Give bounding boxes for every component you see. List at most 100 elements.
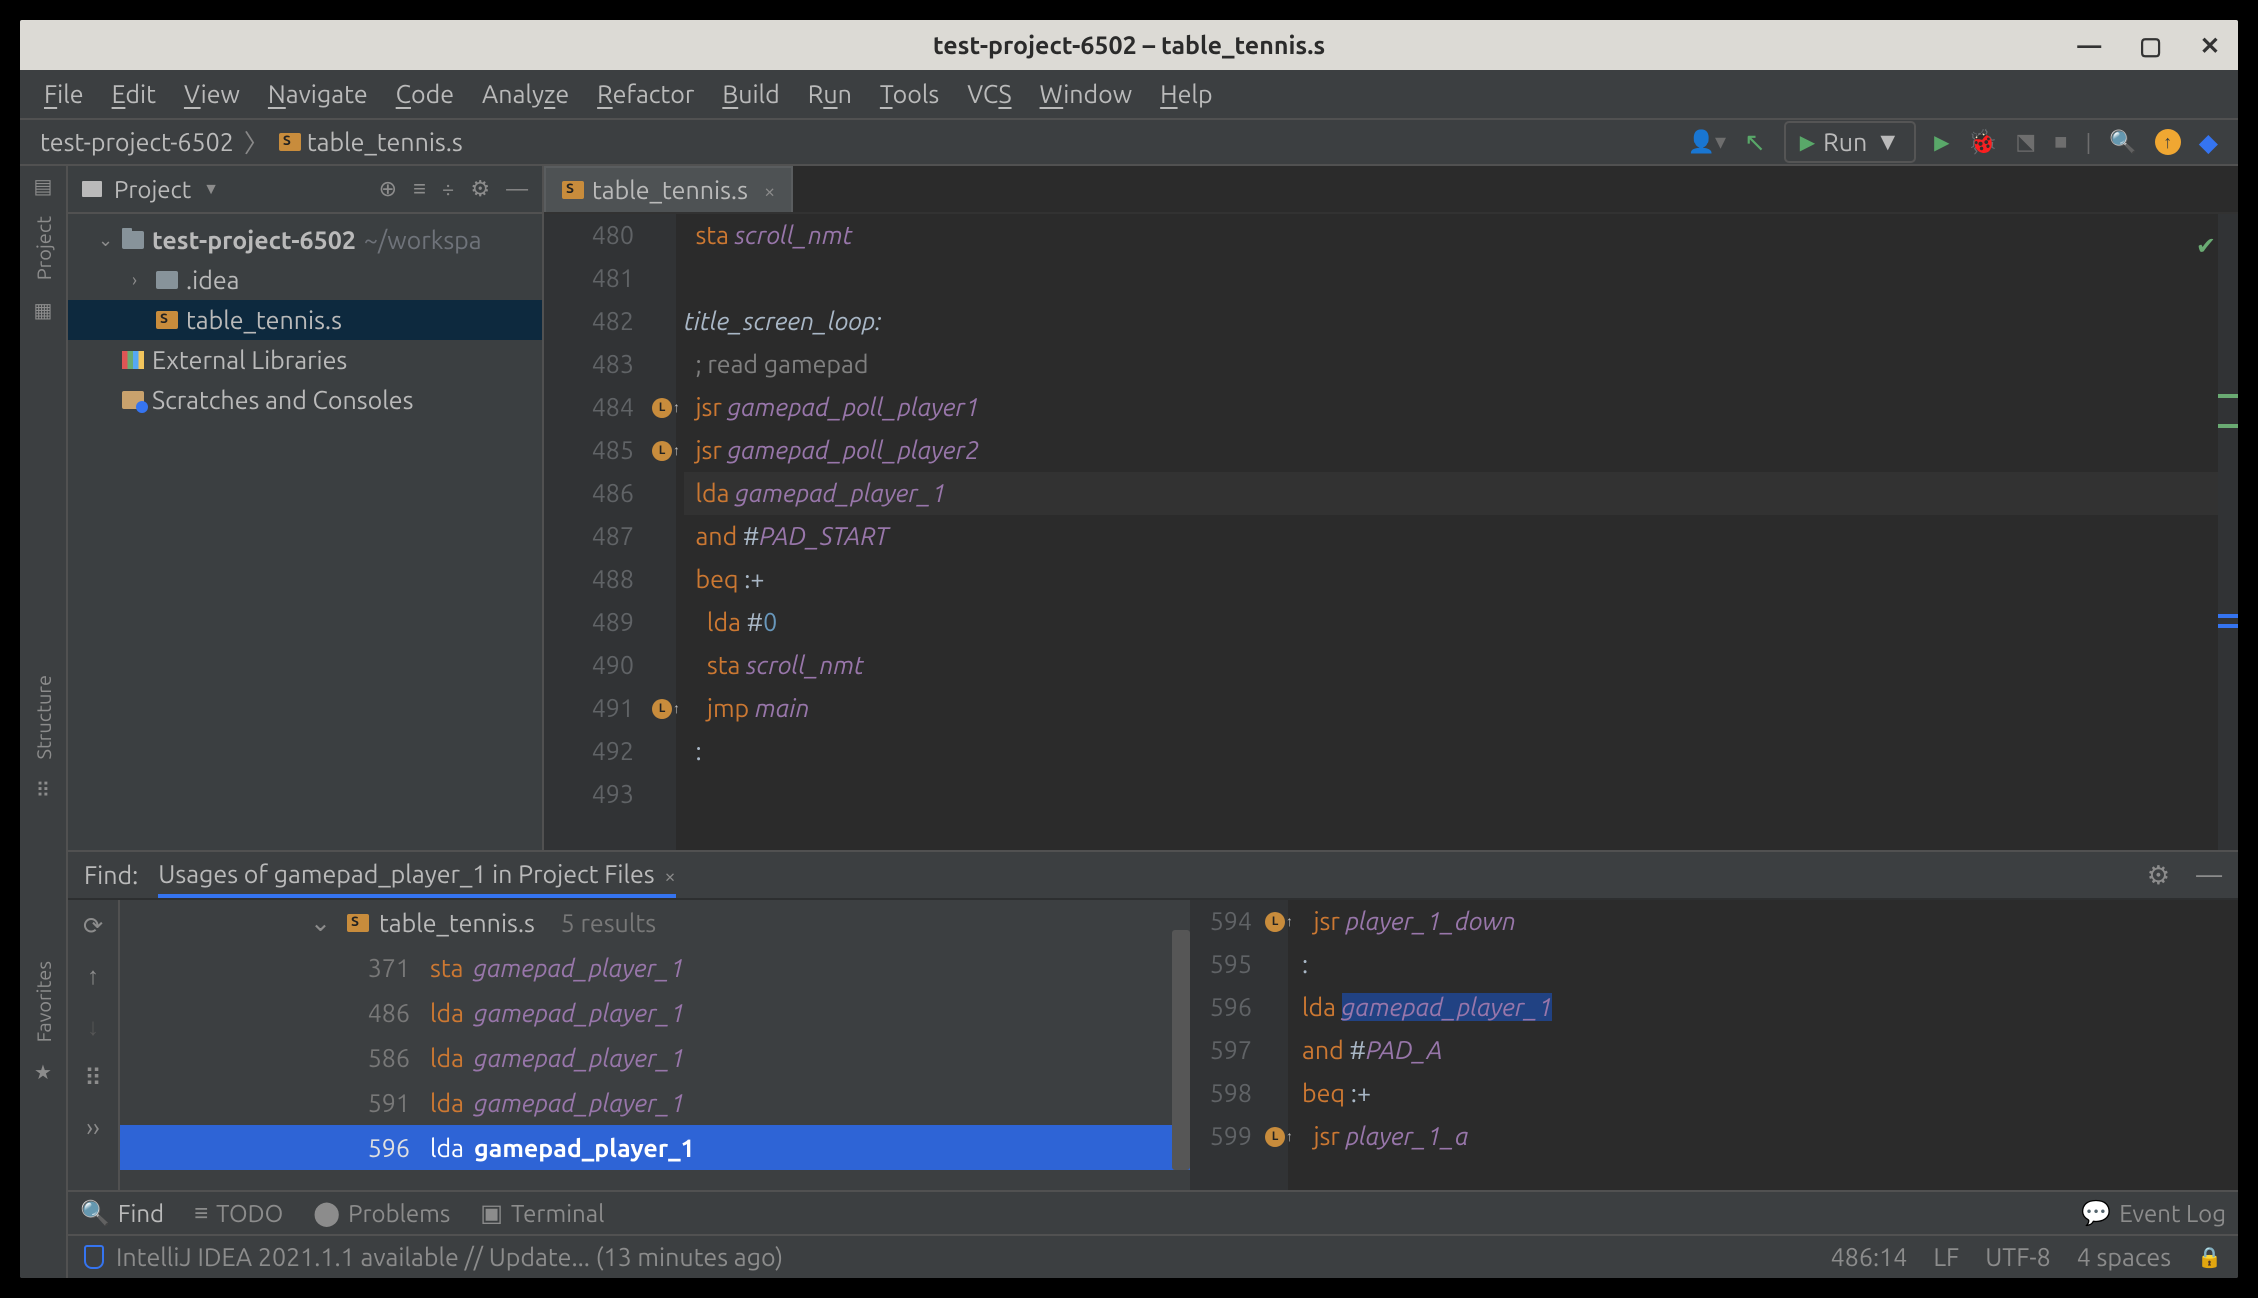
gutter-marker[interactable] — [648, 257, 676, 300]
bottom-tab-terminal[interactable]: ▣ Terminal — [480, 1199, 604, 1227]
line-number[interactable]: 481 — [544, 257, 634, 300]
rail-project[interactable]: Project — [32, 210, 55, 286]
tree-file-table-tennis[interactable]: table_tennis.s — [68, 300, 542, 340]
debug-button[interactable]: 🐞 — [1967, 128, 1997, 156]
find-result-row[interactable]: 586 lda gamepad_player_1 — [120, 1035, 1190, 1080]
scrollbar[interactable] — [1172, 930, 1190, 1170]
gutter-marker[interactable]: L — [648, 429, 676, 472]
line-number[interactable]: 598 — [1190, 1072, 1252, 1115]
gutter-marker[interactable] — [648, 601, 676, 644]
status-indent[interactable]: 4 spaces — [2077, 1243, 2171, 1271]
lock-icon[interactable]: 🔒 — [2197, 1245, 2222, 1269]
expand-all-icon[interactable]: ≡ — [413, 176, 426, 202]
editor-tab-table-tennis[interactable]: table_tennis.s × — [544, 166, 793, 212]
menu-help[interactable]: Help — [1160, 80, 1212, 108]
shield-icon[interactable] — [84, 1245, 104, 1269]
menu-navigate[interactable]: Navigate — [268, 80, 368, 108]
status-caret-position[interactable]: 486:14 — [1831, 1243, 1908, 1271]
menu-run[interactable]: Run — [808, 80, 852, 108]
gutter-marker[interactable] — [1262, 1029, 1288, 1072]
line-number[interactable]: 596 — [1190, 986, 1252, 1029]
find-file-group[interactable]: ⌄ table_tennis.s 5 results — [120, 900, 1190, 945]
usage-marker-icon[interactable]: L — [1265, 912, 1285, 932]
menu-build[interactable]: Build — [722, 80, 779, 108]
project-panel-title[interactable]: Project — [114, 176, 191, 203]
menu-tools[interactable]: Tools — [880, 80, 939, 108]
line-number[interactable]: 484 — [544, 386, 634, 429]
minimize-button[interactable]: — — [2077, 32, 2101, 60]
coverage-button[interactable]: ⬔ — [2015, 129, 2036, 155]
stripe-mark[interactable] — [2218, 424, 2238, 428]
rail-structure[interactable]: Structure — [32, 669, 55, 766]
error-stripe[interactable] — [2218, 214, 2238, 850]
gutter-marker[interactable] — [1262, 943, 1288, 986]
project-rail-icon[interactable]: ▤ — [34, 174, 53, 198]
code-line[interactable]: lda gamepad_player_1 — [1302, 986, 2238, 1029]
menu-file[interactable]: File — [44, 80, 84, 108]
stop-button[interactable]: ■ — [2054, 129, 2067, 155]
code-line[interactable]: lda #0 — [684, 601, 2218, 644]
menu-view[interactable]: View — [184, 80, 240, 108]
code-line[interactable]: lda gamepad_player_1 — [684, 472, 2218, 515]
menu-refactor[interactable]: Refactor — [597, 80, 694, 108]
line-number[interactable]: 480 — [544, 214, 634, 257]
structure-rail-icon[interactable]: ⠿ — [36, 778, 51, 802]
gutter-marker[interactable]: L — [1262, 900, 1288, 943]
usage-marker-icon[interactable]: L — [652, 441, 672, 461]
chevron-down-icon[interactable]: ▼ — [203, 180, 219, 199]
hide-panel-icon[interactable]: — — [506, 176, 528, 202]
usage-marker-icon[interactable]: L — [652, 699, 672, 719]
titlebar[interactable]: test-project-6502 – table_tennis.s — ▢ ✕ — [20, 20, 2238, 70]
breadcrumb-project[interactable]: test-project-6502 — [40, 128, 234, 156]
marker-gutter[interactable]: LLL — [648, 214, 676, 850]
code-line[interactable]: ; read gamepad — [684, 343, 2218, 386]
close-tab-icon[interactable]: × — [764, 179, 775, 202]
stripe-mark[interactable] — [2218, 624, 2238, 628]
collapse-all-icon[interactable]: ÷ — [442, 176, 454, 202]
code-line[interactable]: jsr gamepad_poll_player2 — [684, 429, 2218, 472]
gutter-marker[interactable] — [648, 343, 676, 386]
line-number[interactable]: 595 — [1190, 943, 1252, 986]
run-button[interactable]: ▶ — [1934, 130, 1949, 154]
status-encoding[interactable]: UTF-8 — [1985, 1243, 2051, 1271]
user-icon[interactable]: 👤▾ — [1688, 129, 1726, 155]
code-line[interactable] — [684, 257, 2218, 300]
code-line[interactable]: and #PAD_A — [1302, 1029, 2238, 1072]
line-number[interactable]: 490 — [544, 644, 634, 687]
close-find-tab-icon[interactable]: × — [664, 864, 675, 887]
line-number-gutter[interactable]: 4804814824834844854864874884894904914924… — [544, 214, 648, 850]
menu-vcs[interactable]: VCS — [967, 80, 1011, 108]
preview-code[interactable]: jsr player_1_down:lda gamepad_player_1an… — [1288, 900, 2238, 1190]
bottom-tab-find[interactable]: 🔍 Find — [80, 1199, 164, 1227]
stripe-mark[interactable] — [2218, 614, 2238, 618]
gutter-marker[interactable] — [648, 515, 676, 558]
tree-external-libraries[interactable]: External Libraries — [68, 340, 542, 380]
inspection-ok-icon[interactable]: ✔ — [2196, 224, 2216, 267]
gutter-marker[interactable] — [648, 214, 676, 257]
close-button[interactable]: ✕ — [2200, 32, 2220, 60]
gutter-marker[interactable] — [648, 773, 676, 816]
line-number[interactable]: 493 — [544, 773, 634, 816]
line-number[interactable]: 482 — [544, 300, 634, 343]
stripe-mark[interactable] — [2218, 394, 2238, 398]
group-by-icon[interactable]: ⠿ — [84, 1064, 102, 1092]
line-number[interactable]: 597 — [1190, 1029, 1252, 1072]
code-area[interactable]: sta scroll_nmt title_screen_loop: ; read … — [676, 214, 2218, 850]
line-number[interactable]: 488 — [544, 558, 634, 601]
preview-marker-gutter[interactable]: LL — [1262, 900, 1288, 1190]
line-number[interactable]: 486 — [544, 472, 634, 515]
code-line[interactable] — [684, 773, 2218, 816]
code-line[interactable]: sta scroll_nmt — [684, 644, 2218, 687]
build-button[interactable]: ↖ — [1744, 127, 1766, 158]
rerun-icon[interactable]: ⟳ — [83, 912, 103, 940]
find-tab-title[interactable]: Usages of gamepad_player_1 in Project Fi… — [158, 860, 675, 898]
code-line[interactable]: jsr player_1_a — [1302, 1115, 2238, 1158]
prev-occurrence-icon[interactable]: ↑ — [87, 962, 99, 991]
line-number[interactable]: 594 — [1190, 900, 1252, 943]
code-line[interactable]: beq :+ — [684, 558, 2218, 601]
code-line[interactable]: jmp main — [684, 687, 2218, 730]
gutter-marker[interactable] — [1262, 1072, 1288, 1115]
code-line[interactable]: title_screen_loop: — [684, 300, 2218, 343]
maximize-button[interactable]: ▢ — [2139, 32, 2162, 60]
breadcrumb-file[interactable]: table_tennis.s — [279, 128, 463, 156]
